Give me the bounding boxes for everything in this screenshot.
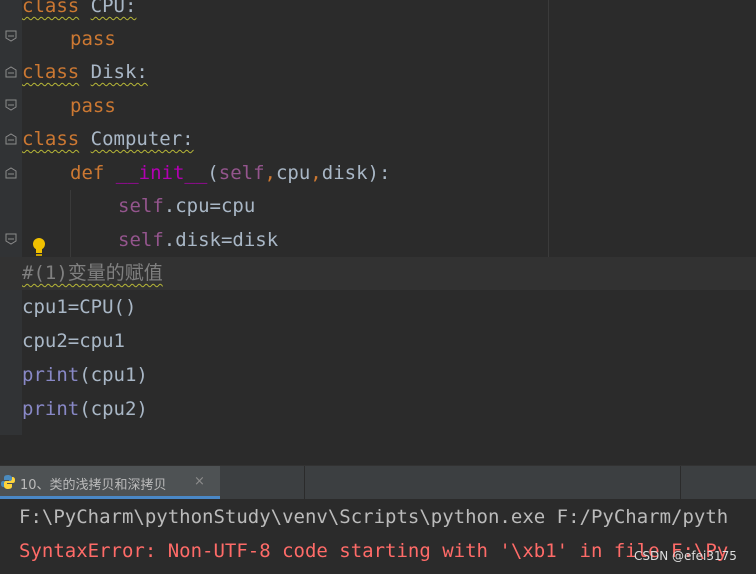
code-line: self.cpu=cpu	[118, 195, 256, 217]
method-name: __init__	[115, 162, 208, 184]
param-disk: disk	[321, 162, 368, 184]
code-line: print(cpu1)	[22, 364, 148, 386]
keyword-class: class	[22, 61, 80, 83]
class-name: Computer:	[90, 128, 194, 150]
tabbar-divider	[680, 466, 681, 499]
keyword-class: class	[22, 128, 80, 150]
code-line: class CPU:	[0, 0, 756, 23]
code-line: print(cpu2)	[22, 398, 148, 420]
python-icon	[1, 475, 15, 489]
keyword-pass: pass	[70, 28, 116, 50]
code-line: cpu2=cpu1	[22, 330, 125, 352]
code-line: class Disk:	[0, 56, 756, 89]
console-error-line: SyntaxError: Non-UTF-8 code starting wit…	[19, 540, 729, 562]
self-param: self	[218, 162, 265, 184]
keyword-def: def	[70, 162, 105, 184]
code-line: pass	[0, 90, 756, 123]
run-tab[interactable]: 10、类的浅拷贝和深拷贝 ×	[0, 466, 220, 499]
code-line: cpu1=CPU()	[22, 296, 137, 318]
run-tool-window-tabbar: 10、类的浅拷贝和深拷贝 ×	[0, 465, 756, 499]
close-icon[interactable]: ×	[194, 474, 205, 489]
keyword-pass: pass	[70, 95, 116, 117]
param-cpu: cpu	[275, 162, 311, 184]
code-line: pass	[0, 23, 756, 56]
code-editor[interactable]: class CPU: pass class Disk: pass class C…	[0, 0, 756, 435]
watermark: CSDN @efei3175	[634, 549, 737, 563]
class-name: CPU:	[90, 0, 137, 17]
current-code-line: #(1)变量的赋值	[0, 257, 756, 290]
builtin-print: print	[22, 364, 80, 386]
code-line: def __init__(self,cpu,disk):	[70, 162, 391, 184]
keyword-class: class	[22, 0, 80, 17]
editor-bottom-space	[0, 435, 756, 465]
code-line: self.disk=disk	[118, 229, 279, 251]
tabbar-divider	[304, 466, 305, 499]
builtin-print: print	[22, 398, 80, 420]
class-name: Disk:	[90, 61, 148, 83]
code-line: class Computer:	[0, 123, 756, 156]
lightbulb-icon[interactable]	[31, 237, 47, 257]
console-command-line: F:\PyCharm\pythonStudy\venv\Scripts\pyth…	[19, 506, 729, 528]
run-tab-label: 10、类的浅拷贝和深拷贝	[20, 478, 167, 493]
comment: #(1)变量的赋值	[22, 262, 163, 284]
